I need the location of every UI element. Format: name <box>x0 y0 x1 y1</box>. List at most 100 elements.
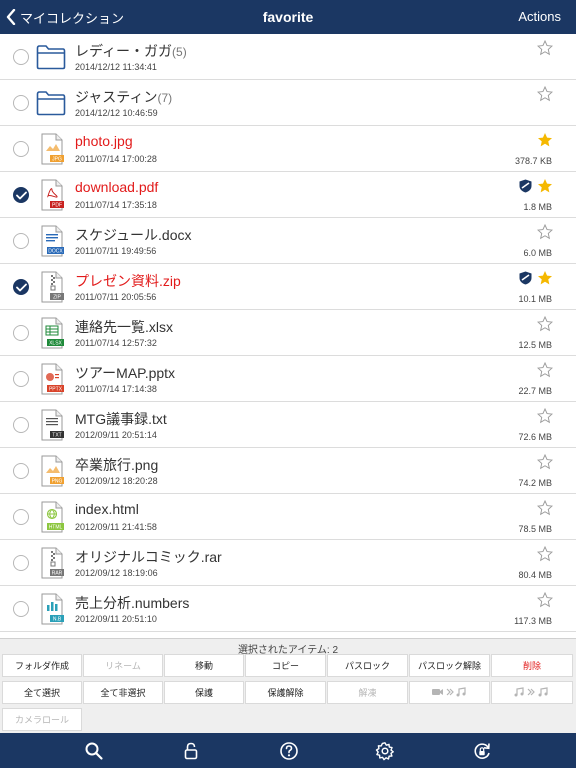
file-name: index.html <box>75 501 139 517</box>
button-label: 解凍 <box>358 688 377 698</box>
gear-icon <box>375 742 395 765</box>
checkbox[interactable] <box>13 49 29 65</box>
star-outline-icon[interactable] <box>536 315 554 332</box>
checkbox[interactable] <box>13 325 29 341</box>
search-icon <box>84 742 104 765</box>
camera-roll-button[interactable]: カメラロール <box>2 708 82 731</box>
file-name-text: 売上分析.numbers <box>75 595 190 611</box>
file-row[interactable]: TXT MTG議事録.txt 2012/09/11 20:51:14 72.6 MB <box>0 402 576 448</box>
rename-button[interactable]: リネーム <box>83 654 163 677</box>
tab-help[interactable] <box>279 741 299 761</box>
actions-button[interactable]: Actions <box>518 0 561 34</box>
button-label: パスロック <box>344 661 390 671</box>
button-label: リネーム <box>105 661 141 671</box>
move-button[interactable]: 移動 <box>164 654 244 677</box>
file-name: photo.jpg <box>75 133 133 149</box>
svg-text:N.B: N.B <box>53 617 62 623</box>
select-all-button[interactable]: 全て選択 <box>2 681 82 704</box>
checkbox[interactable] <box>13 95 29 111</box>
star-outline-icon[interactable] <box>536 407 554 424</box>
file-row[interactable]: ZIP プレゼン資料.zip 2011/07/11 20:05:56 10.1 MB <box>0 264 576 310</box>
file-name: オリジナルコミック.rar <box>75 547 222 567</box>
file-date: 2012/09/11 21:41:58 <box>75 522 157 532</box>
file-row[interactable]: HTML index.html 2012/09/11 21:41:58 78.5 MB <box>0 494 576 540</box>
star-outline-icon[interactable] <box>536 223 554 240</box>
button-label: コピー <box>271 661 299 671</box>
svg-text:ZIP: ZIP <box>53 295 61 301</box>
file-row[interactable]: JPG photo.jpg 2011/07/14 17:00:28 378.7 KB <box>0 126 576 172</box>
video-to-music-icon <box>431 686 469 699</box>
checkbox[interactable] <box>13 555 29 571</box>
star-filled-icon[interactable] <box>537 270 553 286</box>
file-row[interactable]: ジャスティン(7) 2014/12/12 10:46:59 <box>0 80 576 126</box>
refresh-lock-icon <box>472 743 492 765</box>
video-to-audio-button[interactable] <box>409 681 490 704</box>
file-row[interactable]: XLSX 連絡先一覧.xlsx 2011/07/14 12:57:32 12.5 MB <box>0 310 576 356</box>
file-name-text: ツアーMAP.pptx <box>75 365 176 381</box>
tab-settings[interactable] <box>375 741 395 761</box>
checkbox[interactable] <box>13 141 29 157</box>
svg-text:RAR: RAR <box>52 571 63 577</box>
checkbox[interactable] <box>13 371 29 387</box>
checkmark-icon <box>16 191 27 200</box>
file-row[interactable]: レディー・ガガ(5) 2014/12/12 11:34:41 <box>0 34 576 80</box>
extract-button[interactable]: 解凍 <box>327 681 408 704</box>
checkbox-checked[interactable] <box>13 187 29 203</box>
svg-text:JPG: JPG <box>52 157 62 163</box>
star-outline-icon[interactable] <box>536 85 554 102</box>
button-label: パスロック解除 <box>417 661 481 671</box>
deselect-all-button[interactable]: 全て非選択 <box>83 681 163 704</box>
file-row[interactable]: PDF download.pdf 2011/07/14 17:35:18 1.8 MB <box>0 172 576 218</box>
image-file-icon: PNG <box>36 455 64 487</box>
back-button[interactable]: マイコレクション <box>6 0 124 34</box>
button-label: 保護解除 <box>267 688 304 698</box>
file-row[interactable]: PPTX ツアーMAP.pptx 2011/07/14 17:14:38 22.7 M… <box>0 356 576 402</box>
star-outline-icon[interactable] <box>536 591 554 608</box>
star-filled-icon[interactable] <box>537 132 553 148</box>
file-name: プレゼン資料.zip <box>75 271 181 291</box>
file-size: 78.5 MB <box>518 524 552 534</box>
star-outline-icon[interactable] <box>536 39 554 56</box>
lock-icon <box>181 742 201 765</box>
passlock-button[interactable]: パスロック <box>327 654 408 677</box>
file-date: 2014/12/12 11:34:41 <box>75 62 157 72</box>
file-row[interactable]: N.B 売上分析.numbers 2012/09/11 20:51:10 117.3 … <box>0 586 576 632</box>
numbers-file-icon: N.B <box>36 593 64 625</box>
unprotect-button[interactable]: 保護解除 <box>245 681 326 704</box>
audio-convert-button[interactable] <box>491 681 573 704</box>
checkbox[interactable] <box>13 233 29 249</box>
create-folder-button[interactable]: フォルダ作成 <box>2 654 82 677</box>
star-outline-icon[interactable] <box>536 545 554 562</box>
checkbox[interactable] <box>13 601 29 617</box>
tab-refresh-lock[interactable] <box>472 741 492 761</box>
checkbox[interactable] <box>13 463 29 479</box>
checkbox[interactable] <box>13 417 29 433</box>
tab-lock[interactable] <box>181 741 201 761</box>
star-outline-icon[interactable] <box>536 499 554 516</box>
shield-icon <box>519 271 532 285</box>
zip-file-icon: ZIP <box>36 271 64 303</box>
star-outline-icon[interactable] <box>536 361 554 378</box>
protect-button[interactable]: 保護 <box>164 681 244 704</box>
file-size: 378.7 KB <box>514 156 552 166</box>
file-date: 2011/07/14 12:57:32 <box>75 338 157 348</box>
rar-file-icon: RAR <box>36 547 64 579</box>
button-label: 移動 <box>194 661 213 671</box>
checkbox-checked[interactable] <box>13 279 29 295</box>
delete-button[interactable]: 削除 <box>491 654 573 677</box>
file-name: download.pdf <box>75 179 158 195</box>
checkbox[interactable] <box>13 509 29 525</box>
passlock-release-button[interactable]: パスロック解除 <box>409 654 490 677</box>
chevron-left-icon <box>6 9 16 25</box>
file-row[interactable]: PNG 卒業旅行.png 2012/09/12 18:20:28 74.2 MB <box>0 448 576 494</box>
file-date: 2011/07/11 19:49:56 <box>75 246 157 256</box>
tab-search[interactable] <box>84 741 104 761</box>
file-row[interactable]: RAR オリジナルコミック.rar 2012/09/12 18:19:06 80.4 … <box>0 540 576 586</box>
star-outline-icon[interactable] <box>536 453 554 470</box>
star-filled-icon[interactable] <box>537 178 553 194</box>
copy-button[interactable]: コピー <box>245 654 326 677</box>
file-name-text: レディー・ガガ <box>75 43 173 59</box>
file-row[interactable]: DOCX スケジュール.docx 2011/07/11 19:49:56 6.0 MB <box>0 218 576 264</box>
file-name-text: index.html <box>75 501 139 517</box>
file-size: 6.0 MB <box>523 248 552 258</box>
